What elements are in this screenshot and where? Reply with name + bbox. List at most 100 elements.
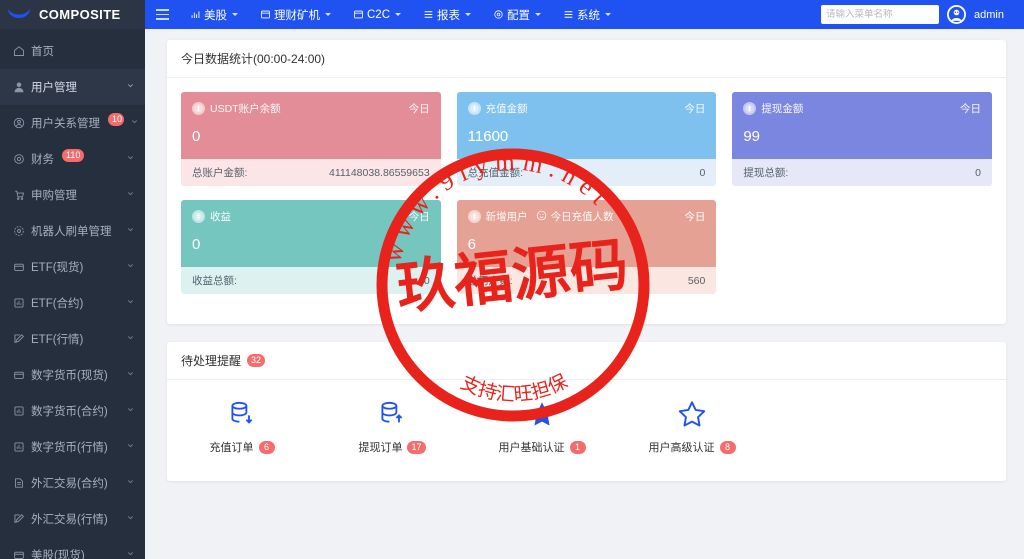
stat-card-foot-label: 总用户数: xyxy=(467,275,513,287)
reminders-panel: 待处理提醒 32 充值订单 6 提现订单 17 用户基础认证 1 用户高级认证 … xyxy=(167,342,1006,481)
top-nav-item-3[interactable]: 报表 xyxy=(412,0,482,29)
chevron-down-icon[interactable] xyxy=(465,13,472,16)
sidebar-item-label: 用户关系管理 xyxy=(31,118,100,130)
stat-card-header: 提现金额 今日 xyxy=(743,101,981,116)
brand-name: COMPOSITE xyxy=(39,7,121,22)
chevron-down-icon[interactable] xyxy=(126,405,135,417)
chevron-down-icon[interactable] xyxy=(325,13,331,16)
stat-card-top: 收益 今日 0 xyxy=(181,200,441,267)
sidebar-item-5[interactable]: 机器人刷单管理 xyxy=(0,213,145,249)
chevron-down-icon[interactable] xyxy=(232,13,238,16)
chevron-down-icon[interactable] xyxy=(126,333,135,345)
top-navbar: 美股 理财矿机 C2C 报表 配置 系统 admin xyxy=(145,0,1024,29)
stat-card-foot-value: 560 xyxy=(687,274,706,287)
hamburger-icon[interactable] xyxy=(145,0,179,29)
sidebar-item-1[interactable]: 用户管理 xyxy=(0,69,145,105)
sidebar-item-4[interactable]: 申购管理 xyxy=(0,177,145,213)
sidebar-item-9[interactable]: 数字货币(现货) xyxy=(0,357,145,393)
chevron-down-icon[interactable] xyxy=(126,153,135,165)
chevron-down-icon[interactable] xyxy=(126,225,135,237)
sidebar-item-label: ETF(行情) xyxy=(31,334,84,346)
sidebar-item-label: 美股(现货) xyxy=(31,550,85,559)
chevron-down-icon[interactable] xyxy=(130,117,139,129)
top-nav-item-5[interactable]: 系统 xyxy=(552,0,622,29)
chevron-down-icon[interactable] xyxy=(126,189,135,201)
reminder-item-3[interactable]: 用户高级认证 8 xyxy=(617,400,767,455)
top-nav-item-label: 美股 xyxy=(204,9,227,22)
chevron-down-icon[interactable] xyxy=(126,369,135,381)
stat-card-2: 提现金额 今日 99 提现总额: 0 xyxy=(732,92,993,186)
window-icon xyxy=(260,9,271,20)
chevron-down-icon[interactable] xyxy=(126,441,135,453)
sidebar-item-0[interactable]: 首页 xyxy=(0,33,145,69)
stat-card-title: USDT账户余额 xyxy=(210,103,281,115)
coin-icon xyxy=(467,210,481,223)
chevron-down-icon[interactable] xyxy=(126,513,135,525)
sidebar-item-label: 外汇交易(行情) xyxy=(31,514,108,526)
sidebar-item-label: 财务 xyxy=(31,154,54,166)
stat-card-foot-label: 总充值金额: xyxy=(467,167,524,179)
sidebar-item-14[interactable]: 美股(现货) xyxy=(0,537,145,559)
chevron-down-icon[interactable] xyxy=(126,297,135,309)
stat-card-top: 新增用户 今日充值人数 今日 6 xyxy=(456,200,717,267)
brand-logo[interactable]: COMPOSITE xyxy=(0,0,145,29)
stat-card-3: 收益 今日 0 收益总额: 0 xyxy=(181,200,441,294)
reminder-item-1[interactable]: 提现订单 17 xyxy=(317,400,467,455)
reminder-item-label: 提现订单 xyxy=(358,442,403,454)
sidebar-item-label: 数字货币(行情) xyxy=(31,442,108,454)
chevron-down-icon[interactable] xyxy=(535,13,542,16)
chevron-down-icon[interactable] xyxy=(395,13,402,16)
top-nav-item-0[interactable]: 美股 xyxy=(179,0,249,29)
reminders-panel-title: 待处理提醒 xyxy=(181,354,242,368)
sidebar-item-label: 申购管理 xyxy=(31,190,77,202)
main-content: 今日数据统计(00:00-24:00) USDT账户余额 今日 0 总账户金额:… xyxy=(145,29,1024,559)
sidebar-item-7[interactable]: ETF(合约) xyxy=(0,285,145,321)
reminder-item-label-group: 提现订单 17 xyxy=(358,439,426,455)
top-nav-item-label: 报表 xyxy=(437,9,461,22)
box-icon xyxy=(12,261,25,274)
sidebar-item-label: 首页 xyxy=(31,46,54,58)
chevron-down-icon[interactable] xyxy=(126,261,135,273)
stat-card-period: 今日 xyxy=(684,211,706,223)
reminder-item-0[interactable]: 充值订单 6 xyxy=(167,400,317,455)
stat-card-header: 新增用户 今日充值人数 今日 xyxy=(467,209,706,224)
reminder-item-badge: 1 xyxy=(569,440,586,454)
search-box[interactable] xyxy=(821,5,959,24)
sidebar-item-11[interactable]: 数字货币(行情) xyxy=(0,429,145,465)
reminder-item-2[interactable]: 用户基础认证 1 xyxy=(467,400,617,455)
top-nav-item-label: C2C xyxy=(367,8,391,21)
sidebar-item-10[interactable]: 数字货币(合约) xyxy=(0,393,145,429)
navbar-right: admin xyxy=(821,5,1024,24)
stat-card-period: 今日 xyxy=(408,211,430,223)
stat-card-1: 充值金额 今日 11600 总充值金额: 0 xyxy=(456,92,717,186)
stat-card-value: 6 xyxy=(467,236,477,253)
stat-card-title: 提现金额 xyxy=(761,103,804,115)
search-input[interactable] xyxy=(826,9,959,20)
chevron-down-icon[interactable] xyxy=(605,13,612,16)
reminders-panel-header: 待处理提醒 32 xyxy=(167,342,1006,380)
chevron-down-icon[interactable] xyxy=(126,549,135,559)
sidebar-item-12[interactable]: 外汇交易(合约) xyxy=(0,465,145,501)
sidebar-item-13[interactable]: 外汇交易(行情) xyxy=(0,501,145,537)
stat-card-title: 充值金额 xyxy=(485,103,528,115)
reminder-item-label: 用户高级认证 xyxy=(648,442,715,454)
stat-cards-row-1: USDT账户余额 今日 0 总账户金额: 411148038.86559653 … xyxy=(181,92,993,186)
coin-icon xyxy=(467,102,481,115)
sidebar-item-8[interactable]: ETF(行情) xyxy=(0,321,145,357)
chevron-down-icon[interactable] xyxy=(126,81,135,93)
sidebar-item-2[interactable]: 用户关系管理 10 xyxy=(0,105,145,141)
stat-card-footer: 收益总额: 0 xyxy=(181,267,441,294)
bar-chart-icon xyxy=(190,9,201,20)
top-nav-item-1[interactable]: 理财矿机 xyxy=(249,0,342,29)
avatar[interactable] xyxy=(947,5,967,24)
avatar-icon xyxy=(948,6,965,23)
stat-card-footer: 总账户金额: 411148038.86559653 xyxy=(181,159,441,186)
sidebar-item-6[interactable]: ETF(现货) xyxy=(0,249,145,285)
top-nav-item-label: 系统 xyxy=(577,9,601,22)
sidebar-item-3[interactable]: 财务 110 xyxy=(0,141,145,177)
top-nav-item-2[interactable]: C2C xyxy=(342,0,412,29)
stat-card-footer: 总用户数: 560 xyxy=(456,267,717,294)
top-nav-item-4[interactable]: 配置 xyxy=(482,0,552,29)
chevron-down-icon[interactable] xyxy=(126,477,135,489)
reminder-item-label: 充值订单 xyxy=(209,442,254,454)
